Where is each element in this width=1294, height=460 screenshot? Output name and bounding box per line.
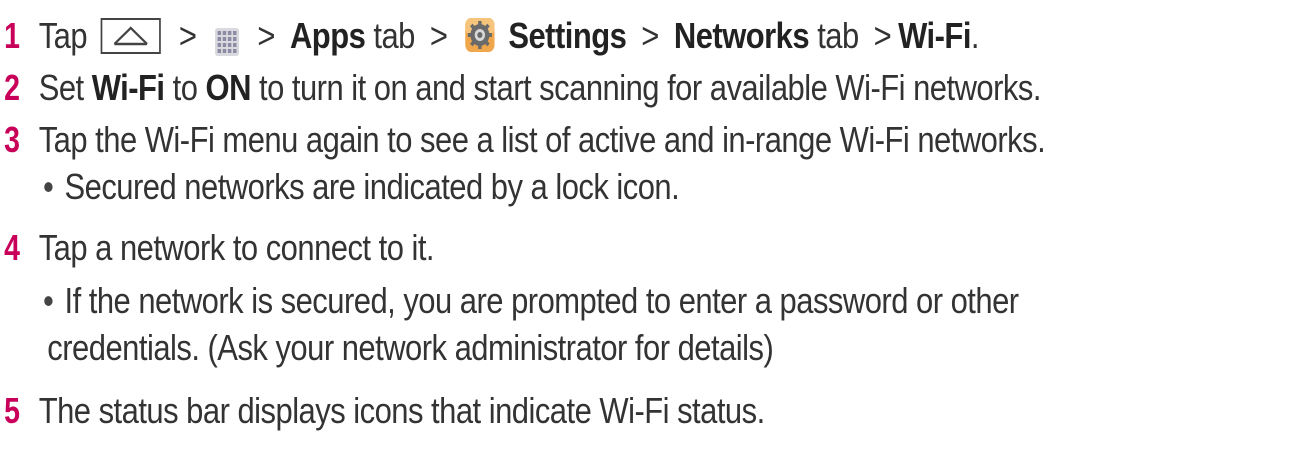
bullet-dot: • bbox=[43, 280, 54, 321]
step-1-gt: > bbox=[429, 15, 448, 56]
step-number: 2 bbox=[4, 67, 20, 108]
step-1-networks: Networks bbox=[673, 15, 810, 56]
step-number: 1 bbox=[4, 15, 20, 56]
step-1-apps: Apps bbox=[289, 15, 366, 56]
step-1-wifi: Wi-Fi bbox=[898, 15, 971, 56]
step-text: Tap a network to connect to it. bbox=[38, 227, 435, 268]
step-2-to: to bbox=[172, 67, 198, 108]
step-1-gt: > bbox=[873, 15, 892, 56]
bullet-text: credentials. (Ask your network administr… bbox=[47, 327, 774, 368]
step-1-tab: tab bbox=[373, 15, 415, 56]
step-number: 4 bbox=[4, 227, 20, 268]
step-1-period: . bbox=[970, 15, 980, 56]
apps-grid-icon bbox=[214, 21, 239, 57]
step-1-gt: > bbox=[178, 15, 197, 56]
step-2-set: Set bbox=[38, 67, 84, 108]
home-key-icon bbox=[100, 18, 161, 55]
step-1-gt: > bbox=[641, 15, 659, 56]
step-text: Tap the Wi-Fi menu again to see a list o… bbox=[38, 119, 1046, 160]
step-text: Tap > > Apps tab > Settings > Networks t… bbox=[38, 13, 980, 59]
bullet-text: If the network is secured, you are promp… bbox=[64, 280, 1020, 321]
bullet-text: Secured networks are indicated by a lock… bbox=[64, 166, 680, 207]
step-number: 3 bbox=[4, 119, 20, 160]
step-2-rest: to turn it on and start scanning for ava… bbox=[259, 67, 1041, 108]
step-2-on: ON bbox=[205, 67, 251, 108]
manual-page: 1 Tap > > Apps tab > Settings > Networks… bbox=[0, 0, 1294, 460]
step-1-tap: Tap bbox=[38, 15, 88, 56]
step-1-tab: tab bbox=[817, 15, 859, 56]
step-number: 5 bbox=[4, 390, 20, 431]
step-2-wifi: Wi-Fi bbox=[91, 67, 165, 108]
bullet-dot: • bbox=[43, 166, 54, 207]
step-1-settings: Settings bbox=[508, 15, 627, 56]
step-1-gt: > bbox=[257, 15, 275, 56]
step-text: The status bar displays icons that indic… bbox=[38, 390, 766, 431]
settings-gear-icon bbox=[464, 17, 495, 53]
step-text: Set Wi-Fi to ON to turn it on and start … bbox=[38, 65, 1042, 111]
cropped-heading-remnant bbox=[0, 0, 1294, 6]
